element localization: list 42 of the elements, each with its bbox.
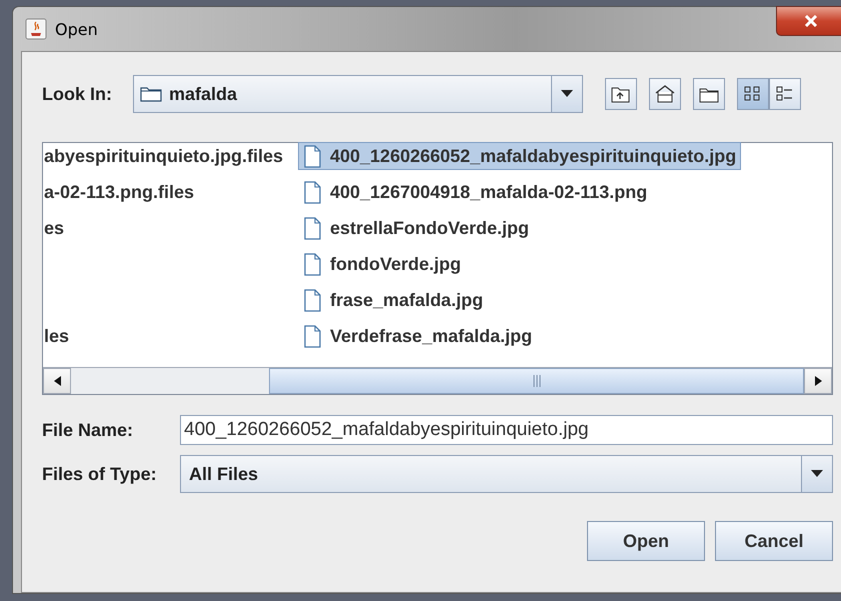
file-item[interactable]: es bbox=[43, 214, 296, 242]
app-icon bbox=[25, 18, 47, 40]
open-button[interactable]: Open bbox=[587, 521, 705, 561]
list-view-button[interactable] bbox=[737, 78, 769, 110]
close-button[interactable] bbox=[776, 6, 841, 36]
dropdown-arrow-icon bbox=[811, 470, 823, 478]
folder-name: mafalda bbox=[169, 84, 238, 104]
file-type-label: Files of Type: bbox=[42, 464, 158, 484]
folder-button[interactable] bbox=[693, 78, 725, 110]
file-item[interactable]: abyespirituinquieto.jpg.files bbox=[43, 142, 296, 170]
file-icon bbox=[303, 324, 322, 348]
cancel-button[interactable]: Cancel bbox=[715, 521, 833, 561]
scroll-left-icon bbox=[54, 376, 60, 386]
file-icon bbox=[303, 216, 322, 240]
dropdown-arrow-icon bbox=[561, 90, 573, 98]
file-icon bbox=[303, 144, 322, 168]
grip-icon bbox=[532, 375, 540, 387]
look-in-dropdown[interactable]: mafalda bbox=[133, 75, 583, 113]
scroll-right-icon bbox=[814, 376, 822, 386]
file-type-value: All Files bbox=[189, 464, 258, 484]
close-icon bbox=[804, 15, 818, 27]
file-item[interactable]: estrellaFondoVerde.jpg bbox=[298, 214, 534, 242]
file-item[interactable]: 400_1260266052_mafaldabyespirituinquieto.jpg bbox=[298, 142, 742, 170]
horizontal-scrollbar[interactable] bbox=[43, 367, 832, 394]
file-item[interactable]: Verdefrase_mafalda.jpg bbox=[298, 322, 538, 350]
file-item[interactable]: 400_1267004918_mafalda-02-113.png bbox=[298, 178, 652, 206]
file-item[interactable]: a-02-113.png.files bbox=[43, 178, 296, 206]
folder-up-button[interactable] bbox=[605, 78, 637, 110]
file-icon bbox=[303, 252, 322, 276]
look-in-label: Look In: bbox=[42, 84, 113, 104]
file-icon bbox=[303, 180, 322, 204]
scroll-thumb[interactable] bbox=[269, 368, 804, 394]
file-item[interactable]: les bbox=[43, 322, 296, 350]
file-item[interactable]: fondoVerde.jpg bbox=[298, 250, 466, 278]
file-name-label: File Name: bbox=[42, 420, 134, 440]
file-item[interactable]: frase_mafalda.jpg bbox=[298, 286, 488, 314]
file-name-field[interactable]: 400_1260266052_mafaldabyespirituinquieto.jpg bbox=[180, 415, 833, 445]
details-view-button[interactable] bbox=[769, 78, 801, 110]
file-type-dropdown[interactable]: All Files bbox=[180, 455, 833, 493]
home-button[interactable] bbox=[649, 78, 681, 110]
file-icon bbox=[303, 288, 322, 312]
window-title: Open bbox=[55, 20, 99, 38]
